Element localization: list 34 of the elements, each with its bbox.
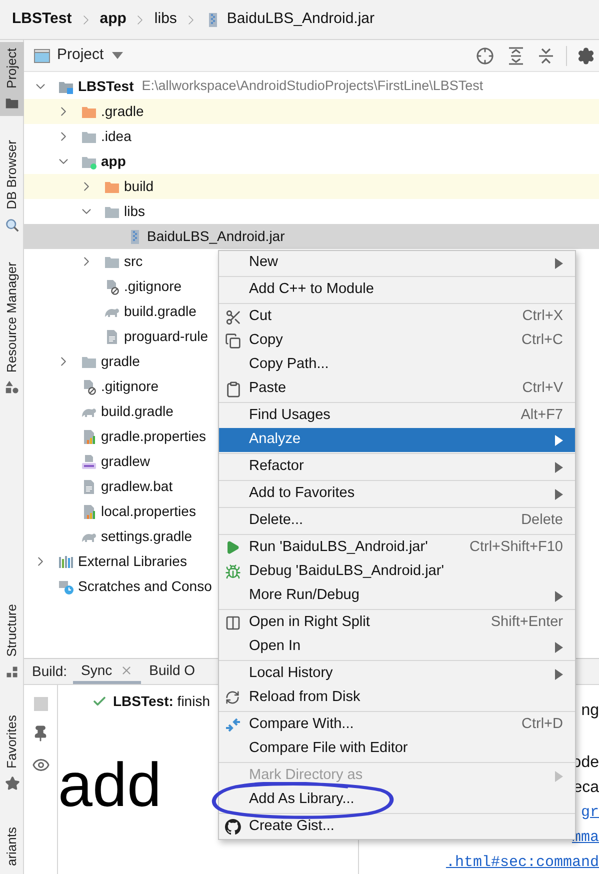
tree-label: gradle bbox=[101, 352, 140, 371]
shortcut-text: Shift+Enter bbox=[490, 613, 563, 632]
tree-label: LBSTest bbox=[78, 77, 134, 96]
build-label: Build: bbox=[32, 662, 68, 681]
tree-label: gradlew.bat bbox=[101, 477, 173, 496]
text-fragment: ng bbox=[581, 701, 599, 721]
shortcut-text: Ctrl+X bbox=[522, 307, 563, 326]
tree-label: proguard-rule bbox=[124, 327, 208, 346]
tree-label: .idea bbox=[101, 127, 132, 146]
tree-label: .gitignore bbox=[101, 377, 159, 396]
tree-label: gradle.properties bbox=[101, 427, 206, 446]
large-text: add bbox=[58, 751, 162, 821]
shortcut-text: Delete bbox=[521, 511, 563, 530]
tree-label: BaiduLBS_Android.jar bbox=[147, 227, 285, 246]
shortcut-text: Ctrl+D bbox=[522, 715, 563, 734]
shortcut-text: Ctrl+V bbox=[522, 379, 563, 398]
tree-label: src bbox=[124, 252, 143, 271]
build-status: LBSTest: finish bbox=[113, 692, 210, 710]
tree-label: External Libraries bbox=[78, 552, 187, 571]
tree-label: gradlew bbox=[101, 452, 150, 471]
tree-label: local.properties bbox=[101, 502, 196, 521]
tree-label: build.gradle bbox=[124, 302, 196, 321]
project-path: E:\allworkspace\AndroidStudioProjects\FirstLine\LBSTest bbox=[142, 77, 484, 96]
tree-label: build bbox=[124, 177, 154, 196]
shortcut-text: Ctrl+Shift+F10 bbox=[470, 538, 563, 558]
tree-label: app bbox=[101, 152, 126, 171]
shortcut-text: Alt+F7 bbox=[520, 406, 563, 426]
shortcut-text: Ctrl+C bbox=[522, 331, 563, 350]
tree-label: build.gradle bbox=[101, 402, 174, 421]
tree-label: .gradle bbox=[101, 102, 144, 121]
tree-label: .gitignore bbox=[124, 277, 182, 296]
tree-label: Scratches and Conso bbox=[78, 577, 212, 596]
tree-label: libs bbox=[124, 202, 146, 221]
tree-label: settings.gradle bbox=[101, 527, 192, 546]
